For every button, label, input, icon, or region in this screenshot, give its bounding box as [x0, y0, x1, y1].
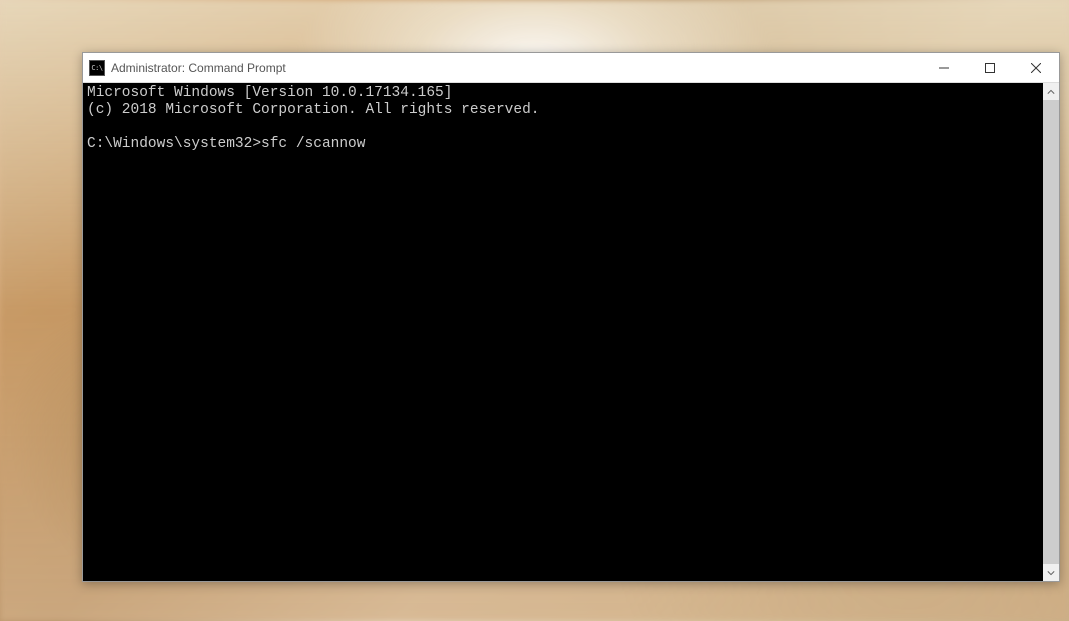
copyright-line: (c) 2018 Microsoft Corporation. All righ… — [87, 102, 539, 118]
window-controls — [921, 53, 1059, 82]
command-input: sfc /scannow — [261, 136, 365, 152]
scroll-track[interactable] — [1043, 100, 1059, 564]
titlebar[interactable]: C:\ Administrator: Command Prompt — [83, 53, 1059, 83]
scroll-thumb[interactable] — [1043, 100, 1059, 564]
maximize-icon — [985, 63, 995, 73]
minimize-button[interactable] — [921, 53, 967, 82]
scroll-up-button[interactable] — [1043, 83, 1059, 100]
command-prompt-window: C:\ Administrator: Command Prompt Micros… — [82, 52, 1060, 582]
vertical-scrollbar[interactable] — [1043, 83, 1059, 581]
chevron-up-icon — [1047, 88, 1055, 96]
maximize-button[interactable] — [967, 53, 1013, 82]
terminal-body: Microsoft Windows [Version 10.0.17134.16… — [83, 83, 1059, 581]
scroll-down-button[interactable] — [1043, 564, 1059, 581]
close-button[interactable] — [1013, 53, 1059, 82]
version-line: Microsoft Windows [Version 10.0.17134.16… — [87, 85, 452, 101]
close-icon — [1031, 63, 1041, 73]
app-icon: C:\ — [89, 60, 105, 76]
minimize-icon — [939, 63, 949, 73]
chevron-down-icon — [1047, 569, 1055, 577]
prompt-text: C:\Windows\system32> — [87, 136, 261, 152]
window-title: Administrator: Command Prompt — [111, 61, 921, 75]
terminal-output[interactable]: Microsoft Windows [Version 10.0.17134.16… — [83, 83, 1043, 581]
